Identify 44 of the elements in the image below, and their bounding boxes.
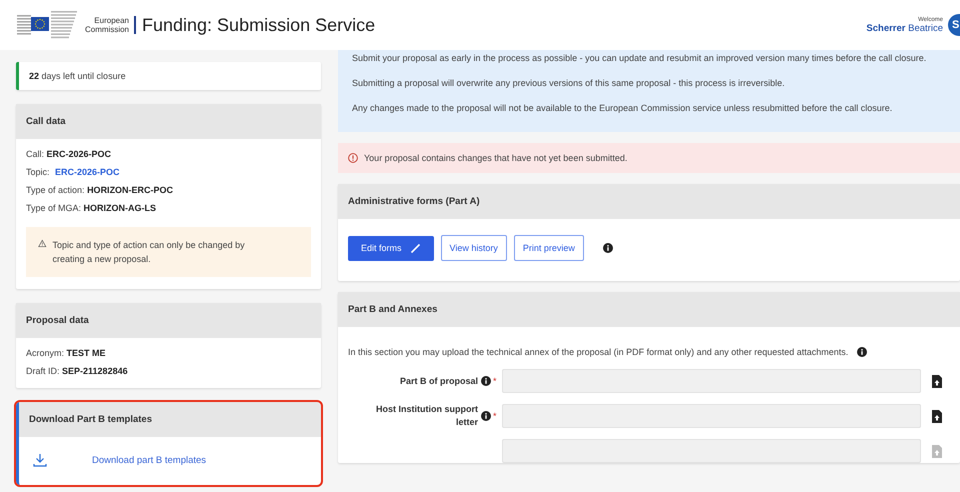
- card-header: Download Part B templates: [19, 402, 321, 437]
- upload-field[interactable]: [502, 404, 921, 428]
- form-button[interactable]: View history: [440, 235, 507, 261]
- warning-text: Topic and type of action can only be changed by creating a new proposal.: [52, 239, 246, 266]
- brand-name: European Commission: [83, 16, 136, 34]
- upload-field[interactable]: [502, 439, 921, 463]
- form-button[interactable]: Edit forms: [348, 236, 434, 260]
- alert-text: Your proposal contains changes that have not yet been submitted.: [364, 153, 628, 163]
- card-header: Administrative forms (Part A): [338, 184, 960, 219]
- download-icon: [33, 453, 47, 467]
- detail-line: Type of MGA: HORIZON-AG-LS: [26, 203, 158, 213]
- detail-line: Call: ERC-2026-POC: [26, 149, 112, 159]
- file-upload-icon[interactable]: [932, 374, 942, 388]
- app-title: Funding: Submission Service: [142, 14, 376, 36]
- field-label: Host Institution support letter: [375, 403, 478, 429]
- info-icon: [481, 411, 491, 421]
- download-link[interactable]: Download part B templates: [92, 454, 206, 466]
- upload-field[interactable]: [502, 369, 921, 393]
- error-icon: [348, 153, 358, 163]
- card-header: Part B and Annexes: [338, 292, 960, 327]
- field-label: Part B of proposal: [398, 374, 478, 388]
- required-mark: *: [493, 411, 497, 421]
- user-name: Scherrer Beatrice: [866, 22, 943, 34]
- info-icon: [481, 376, 491, 386]
- required-mark: *: [493, 376, 497, 386]
- detail-line: Draft ID: SEP-211282846: [26, 366, 129, 376]
- info-text: Any changes made to the proposal will not be available to the European Commission service unless resubmitted before the call closure.: [352, 102, 894, 115]
- warning-icon: [38, 238, 47, 249]
- file-upload-icon[interactable]: [932, 410, 942, 422]
- info-text: Submitting a proposal will overwrite any previous versions of this same proposal - this process is irreversible.: [352, 77, 786, 90]
- detail-line: Type of action: HORIZON-ERC-POC: [26, 185, 174, 195]
- info-text: Submit your proposal as early in the process as possible - you can update and resubmit an improved version many times before the call closure.: [352, 52, 928, 65]
- deadline-notice: 22 days left until closure: [16, 62, 321, 90]
- detail-line: Acronym: TEST ME: [26, 348, 107, 358]
- section-intro: In this section you may upload the technical annex of the proposal (in PDF format only) and any other requested attachments.: [348, 347, 848, 357]
- topic-link[interactable]: ERC-2026-POC: [55, 167, 120, 177]
- user-avatar[interactable]: S: [948, 14, 960, 36]
- detail-line: Topic: ERC-2026-POC: [26, 167, 121, 177]
- card-header: Call data: [16, 104, 321, 139]
- card-header: Proposal data: [16, 303, 321, 338]
- form-button[interactable]: Print preview: [514, 235, 584, 261]
- pencil-icon: [410, 242, 421, 254]
- info-icon: [857, 347, 868, 357]
- info-icon: [602, 243, 613, 253]
